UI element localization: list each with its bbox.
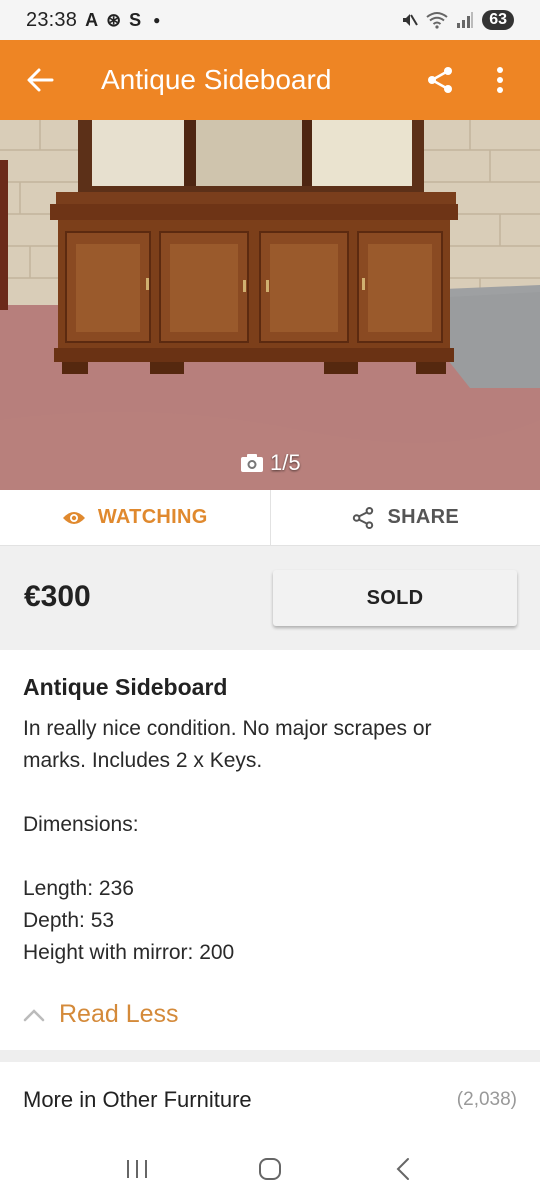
description-line: Dimensions:: [23, 813, 139, 836]
wifi-icon: [426, 12, 448, 29]
watching-button[interactable]: WATCHING: [0, 490, 271, 545]
more-in-category-row[interactable]: More in Other Furniture (2,038): [0, 1062, 540, 1138]
read-less-toggle[interactable]: Read Less: [23, 1000, 179, 1029]
battery-indicator: 63: [482, 10, 514, 30]
description-line: Height with mirror: 200: [23, 941, 235, 964]
description-line: [23, 841, 517, 873]
watching-label: WATCHING: [97, 506, 208, 528]
share-icon: [428, 67, 452, 93]
status-time: 23:38: [26, 8, 78, 31]
price: €300: [24, 580, 91, 613]
photo-counter: 1/5: [240, 450, 301, 476]
recent-apps-icon: [126, 1160, 147, 1178]
listing-photo[interactable]: 1/5: [0, 120, 540, 490]
listing-title: Antique Sideboard: [23, 674, 228, 700]
share-icon: [353, 506, 374, 529]
mute-icon: [403, 14, 419, 26]
read-less-label: Read Less: [59, 1000, 179, 1028]
camera-icon: [241, 454, 263, 472]
description-line: Length: 236: [23, 877, 134, 900]
status-right: 63: [400, 10, 514, 30]
chevron-up-icon: [23, 1008, 45, 1021]
app-bar-title: Antique Sideboard: [101, 64, 332, 95]
app-bar-share-button[interactable]: [410, 40, 470, 120]
more-in-category-count: (2,038): [456, 1089, 517, 1110]
notification-icon-a: A: [85, 9, 99, 30]
status-left: 23:38 A ⊛ S ●: [26, 9, 160, 32]
sold-button[interactable]: SOLD: [273, 570, 517, 626]
back-nav-button[interactable]: [373, 1144, 433, 1194]
app-bar: Antique Sideboard: [0, 40, 540, 120]
notification-icon-s: S: [129, 9, 142, 30]
system-nav-bar: [0, 1138, 540, 1200]
description-line: In really nice condition. No major scrap…: [23, 717, 432, 740]
more-vert-icon: [497, 67, 503, 93]
recent-apps-button[interactable]: [107, 1144, 167, 1194]
overflow-menu-button[interactable]: [470, 40, 530, 120]
section-divider: [0, 1050, 540, 1062]
signal-icon: [457, 12, 474, 28]
eye-icon: [62, 511, 85, 524]
back-button[interactable]: [0, 40, 80, 120]
share-label: SHARE: [387, 506, 459, 528]
share-button[interactable]: SHARE: [271, 490, 540, 545]
description-line: Depth: 53: [23, 909, 115, 932]
price-band: €300 SOLD: [0, 546, 540, 650]
description-line: marks. Includes 2 x Keys.: [23, 749, 263, 772]
photo-counter-text: 1/5: [270, 450, 301, 475]
home-button[interactable]: [240, 1144, 300, 1194]
action-row: WATCHING SHARE: [0, 490, 540, 546]
back-chevron-icon: [396, 1158, 410, 1180]
home-icon: [258, 1158, 281, 1180]
more-in-category-label: More in Other Furniture: [23, 1087, 252, 1112]
sideboard-photo-illustration: [0, 120, 540, 490]
back-arrow-icon: [27, 68, 54, 92]
status-dot-icon: ●: [153, 13, 161, 27]
description-section: Antique Sideboard In really nice conditi…: [0, 650, 540, 1050]
notification-icon-sync: ⊛: [106, 9, 122, 30]
description-line: [23, 777, 517, 809]
status-bar: 23:38 A ⊛ S ● 63: [0, 0, 540, 40]
